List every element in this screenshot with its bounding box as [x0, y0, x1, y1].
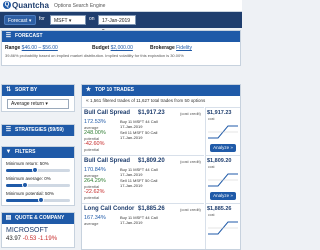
potential-loss-label: potential [84, 195, 100, 200]
strategies-icon: ☰ [5, 127, 12, 133]
quote-change: -0.53 -1.19% [22, 236, 58, 242]
trades-icon: ★ [85, 87, 92, 93]
trade-cost: $1,917.23 [138, 110, 165, 116]
top-bar: Q Quantcha Options Search Engine [0, 0, 242, 12]
analyze-button[interactable]: Analyze » [210, 144, 236, 152]
cost-label: (cost credit) [180, 111, 201, 116]
trade-leg: Buy 11 MSFT 44 Call 17-Jan-2019 [120, 167, 158, 177]
forecast-dropdown[interactable]: Forecast ▾ [4, 15, 36, 25]
min-potential-label: Minimum potential: 50% [6, 191, 55, 196]
quantcha-logo[interactable]: Q Quantcha [3, 1, 49, 10]
summary-cost: $1,885.26 [207, 206, 232, 212]
for-label: for [39, 16, 45, 22]
trades-panel: ★ TOP 10 TRADES « 1,561 filtered trades o… [81, 84, 241, 250]
strategy-name[interactable]: Long Call Condor [84, 206, 134, 212]
quote-price: 43.97 [6, 236, 22, 242]
forecast-panel: ☰ FORECAST Range $46.00 – $56.00 Budget $… [1, 30, 241, 66]
quote-line: 43.97 -0.53 -1.19% [6, 236, 57, 242]
strategies-panel[interactable]: ☰ STRATEGIES (59/59) [1, 124, 75, 136]
trade-summary: $1,885.26 cost [205, 203, 240, 249]
trade-summary: $1,809.20 cost Analyze » [205, 155, 240, 203]
brokerage-value[interactable]: Fidelity [176, 45, 192, 51]
potential-loss-label: potential [84, 147, 100, 152]
min-return-slider[interactable] [6, 167, 70, 173]
filters-header: ▼ FILTERS [2, 147, 74, 158]
sort-header: ⇅ SORT BY [2, 85, 74, 96]
forecast-header: ☰ FORECAST [2, 31, 240, 42]
budget-value[interactable]: $2,000.00 [111, 45, 133, 51]
search-bar: Forecast ▾ for MSFT ▾ on 17-Jan-2019 ▾ [0, 12, 242, 34]
forecast-icon: ☰ [5, 33, 12, 39]
filters-panel: ▼ FILTERS Minimum return: 50% Minimum ave… [1, 146, 75, 206]
summary-cost: $1,917.23 [207, 110, 232, 116]
cost-label: (cost credit) [180, 207, 201, 212]
budget-row: Budget $2,000.00 [92, 45, 133, 51]
expiration-date-select[interactable]: 17-Jan-2019 ▾ [98, 15, 136, 34]
filter-icon: ▼ [5, 149, 12, 155]
forecast-note: 39.86% probability based on implied mark… [5, 53, 184, 58]
symbol-select[interactable]: MSFT ▾ [50, 15, 86, 25]
trade-row[interactable]: Long Call Condor $1,885.26 (cost credit) 16… [82, 203, 204, 249]
min-return-knob[interactable] [31, 167, 38, 173]
trades-header: ★ TOP 10 TRADES [82, 85, 240, 96]
trade-leg: Buy 11 MSFT 44 Call 17-Jan-2019 [120, 215, 158, 225]
summary-cost: $1,809.20 [207, 158, 232, 164]
cost-label: (cost credit) [180, 159, 201, 164]
payoff-chart [208, 221, 238, 235]
trade-row[interactable]: Bull Call Spread $1,917.23 (cost credit) 17… [82, 107, 204, 155]
trade-leg: Sell 11 MSFT 50 Call 17-Jan-2019 [120, 178, 158, 188]
trade-summary: $1,917.23 cost Analyze » [205, 107, 240, 155]
min-potential-knob[interactable] [38, 197, 45, 203]
tagline: Options Search Engine [54, 3, 106, 9]
sort-select[interactable]: Average return ▾ [7, 99, 69, 109]
on-label: on [89, 16, 95, 22]
payoff-chart [208, 173, 238, 187]
forecast-label: Forecast [8, 18, 28, 24]
trade-row[interactable]: Bull Call Spread $1,809.20 (cost credit) 17… [82, 155, 204, 203]
range-value[interactable]: $46.00 – $56.00 [22, 45, 58, 51]
company-name: MICROSOFT [6, 227, 48, 234]
strategies-header[interactable]: ☰ STRATEGIES (59/59) [2, 125, 74, 136]
trade-cost: $1,885.26 [138, 206, 165, 212]
sort-icon: ⇅ [5, 87, 12, 93]
range-row: Range $46.00 – $56.00 [5, 45, 58, 51]
trade-leg: Buy 11 MSFT 44 Call 17-Jan-2019 [120, 119, 158, 129]
summary-cost-label: cost [208, 165, 215, 169]
trade-leg: Sell 11 MSFT 50 Call 17-Jan-2019 [120, 130, 158, 140]
logo-icon: Q [3, 1, 11, 9]
average-label: average [84, 221, 99, 226]
min-average-slider[interactable] [6, 182, 70, 188]
summary-cost-label: cost [208, 213, 215, 217]
min-average-label: Minimum average: 0% [6, 176, 51, 181]
quote-icon: ▤ [5, 215, 12, 221]
payoff-chart [208, 125, 238, 139]
quote-panel: ▤ QUOTE & COMPANY MICROSOFT 43.97 -0.53 -… [1, 212, 75, 248]
min-average-knob[interactable] [22, 182, 29, 188]
trade-count: « 1,561 filtered trades of 11,627 total … [86, 98, 206, 104]
trade-cost: $1,809.20 [138, 158, 165, 164]
min-return-label: Minimum return: 50% [6, 161, 49, 166]
strategy-name[interactable]: Bull Call Spread [84, 158, 130, 164]
chevron-icon: « [86, 98, 89, 104]
quote-header: ▤ QUOTE & COMPANY [2, 213, 74, 224]
analyze-button[interactable]: Analyze » [210, 192, 236, 200]
strategy-name[interactable]: Bull Call Spread [84, 110, 130, 116]
sort-panel: ⇅ SORT BY Average return ▾ [1, 84, 75, 112]
min-potential-slider[interactable] [6, 197, 70, 203]
summary-cost-label: cost [208, 117, 215, 121]
brokerage-row: Brokerage Fidelity [150, 45, 192, 51]
